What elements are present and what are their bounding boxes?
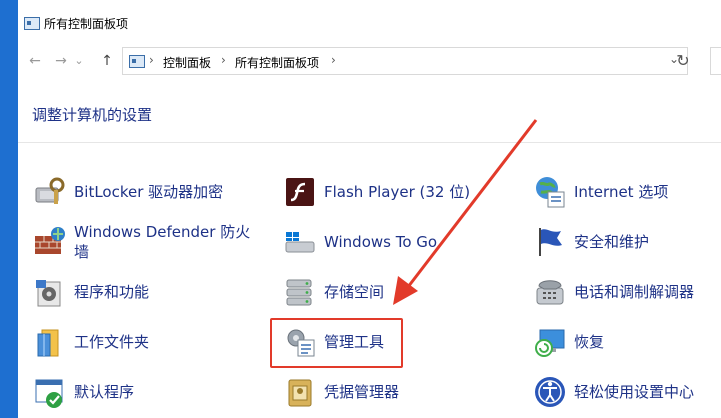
- storage-spaces-icon: [282, 274, 318, 310]
- item-storage-spaces[interactable]: 存储空间: [282, 270, 384, 314]
- item-security-maintenance[interactable]: 安全和维护: [532, 220, 649, 264]
- divider: [18, 142, 721, 143]
- item-label: 安全和维护: [574, 233, 650, 251]
- item-credential-manager[interactable]: 凭据管理器: [282, 370, 399, 414]
- item-label: Windows Defender 防火墙: [74, 223, 251, 261]
- item-label: Internet 选项: [574, 183, 669, 201]
- item-label: BitLocker 驱动器加密: [74, 183, 224, 201]
- item-label: Windows To Go: [324, 233, 438, 251]
- desktop-background: [0, 0, 18, 418]
- windows-to-go-icon: [282, 224, 318, 260]
- programs-features-icon: [32, 274, 68, 310]
- breadcrumb-separator[interactable]: ›: [331, 53, 336, 67]
- item-label: Flash Player (32 位): [324, 183, 471, 201]
- phone-modem-icon: [532, 274, 568, 310]
- firewall-icon: [32, 224, 68, 260]
- breadcrumb-all-items[interactable]: 所有控制面板项: [235, 54, 319, 71]
- item-work-folders[interactable]: 工作文件夹: [32, 320, 149, 364]
- item-default-programs[interactable]: 默认程序: [32, 370, 134, 414]
- up-icon[interactable]: ↑: [96, 51, 118, 71]
- item-label: 工作文件夹: [74, 333, 150, 351]
- item-label: 凭据管理器: [324, 383, 400, 401]
- forward-icon[interactable]: →: [50, 51, 72, 71]
- item-bitlocker[interactable]: BitLocker 驱动器加密: [32, 170, 223, 214]
- window-title: 所有控制面板项: [44, 17, 129, 31]
- recent-locations-icon[interactable]: ⌄: [72, 51, 86, 71]
- item-programs-features[interactable]: 程序和功能: [32, 270, 149, 314]
- item-label: 默认程序: [74, 383, 135, 401]
- highlight-box: [270, 318, 403, 368]
- item-flash-player[interactable]: Flash Player (32 位): [282, 170, 470, 214]
- bitlocker-icon: [32, 174, 68, 210]
- breadcrumb-separator: ›: [149, 53, 154, 67]
- title-bar: 所有控制面板项: [18, 0, 721, 44]
- credential-manager-icon: [282, 374, 318, 410]
- item-label: 程序和功能: [74, 283, 150, 301]
- item-windows-to-go[interactable]: Windows To Go: [282, 220, 437, 264]
- item-firewall[interactable]: Windows Defender 防火墙: [32, 220, 272, 264]
- control-panel-icon: [129, 55, 145, 68]
- control-panel-window: 所有控制面板项 ← → ⌄ ↑ › 控制面板 › 所有控制面板项 › ⌄ ↻ 调…: [18, 0, 721, 418]
- search-input[interactable]: [710, 47, 721, 75]
- recovery-icon: [532, 324, 568, 360]
- breadcrumb-separator[interactable]: ›: [221, 53, 226, 67]
- control-panel-icon: [24, 17, 40, 30]
- ease-of-access-icon: [532, 374, 568, 410]
- address-bar[interactable]: › 控制面板 › 所有控制面板项 › ⌄: [122, 47, 688, 75]
- internet-options-icon: [532, 174, 568, 210]
- page-heading: 调整计算机的设置: [32, 106, 153, 124]
- navigation-bar: ← → ⌄ ↑ › 控制面板 › 所有控制面板项 › ⌄ ↻: [18, 44, 721, 78]
- default-programs-icon: [32, 374, 68, 410]
- item-label: 存储空间: [324, 283, 385, 301]
- item-label: 电话和调制解调器: [574, 283, 695, 301]
- item-label: 恢复: [574, 333, 605, 351]
- item-recovery[interactable]: 恢复: [532, 320, 604, 364]
- item-label: 轻松使用设置中心: [574, 383, 695, 401]
- item-internet-options[interactable]: Internet 选项: [532, 170, 668, 214]
- flash-player-icon: [282, 174, 318, 210]
- breadcrumb-control-panel[interactable]: 控制面板: [163, 54, 211, 71]
- refresh-icon[interactable]: ↻: [668, 47, 698, 75]
- work-folders-icon: [32, 324, 68, 360]
- back-icon[interactable]: ←: [24, 51, 46, 71]
- security-maintenance-icon: [532, 224, 568, 260]
- item-ease-of-access[interactable]: 轻松使用设置中心: [532, 370, 694, 414]
- item-phone-modem[interactable]: 电话和调制解调器: [532, 270, 694, 314]
